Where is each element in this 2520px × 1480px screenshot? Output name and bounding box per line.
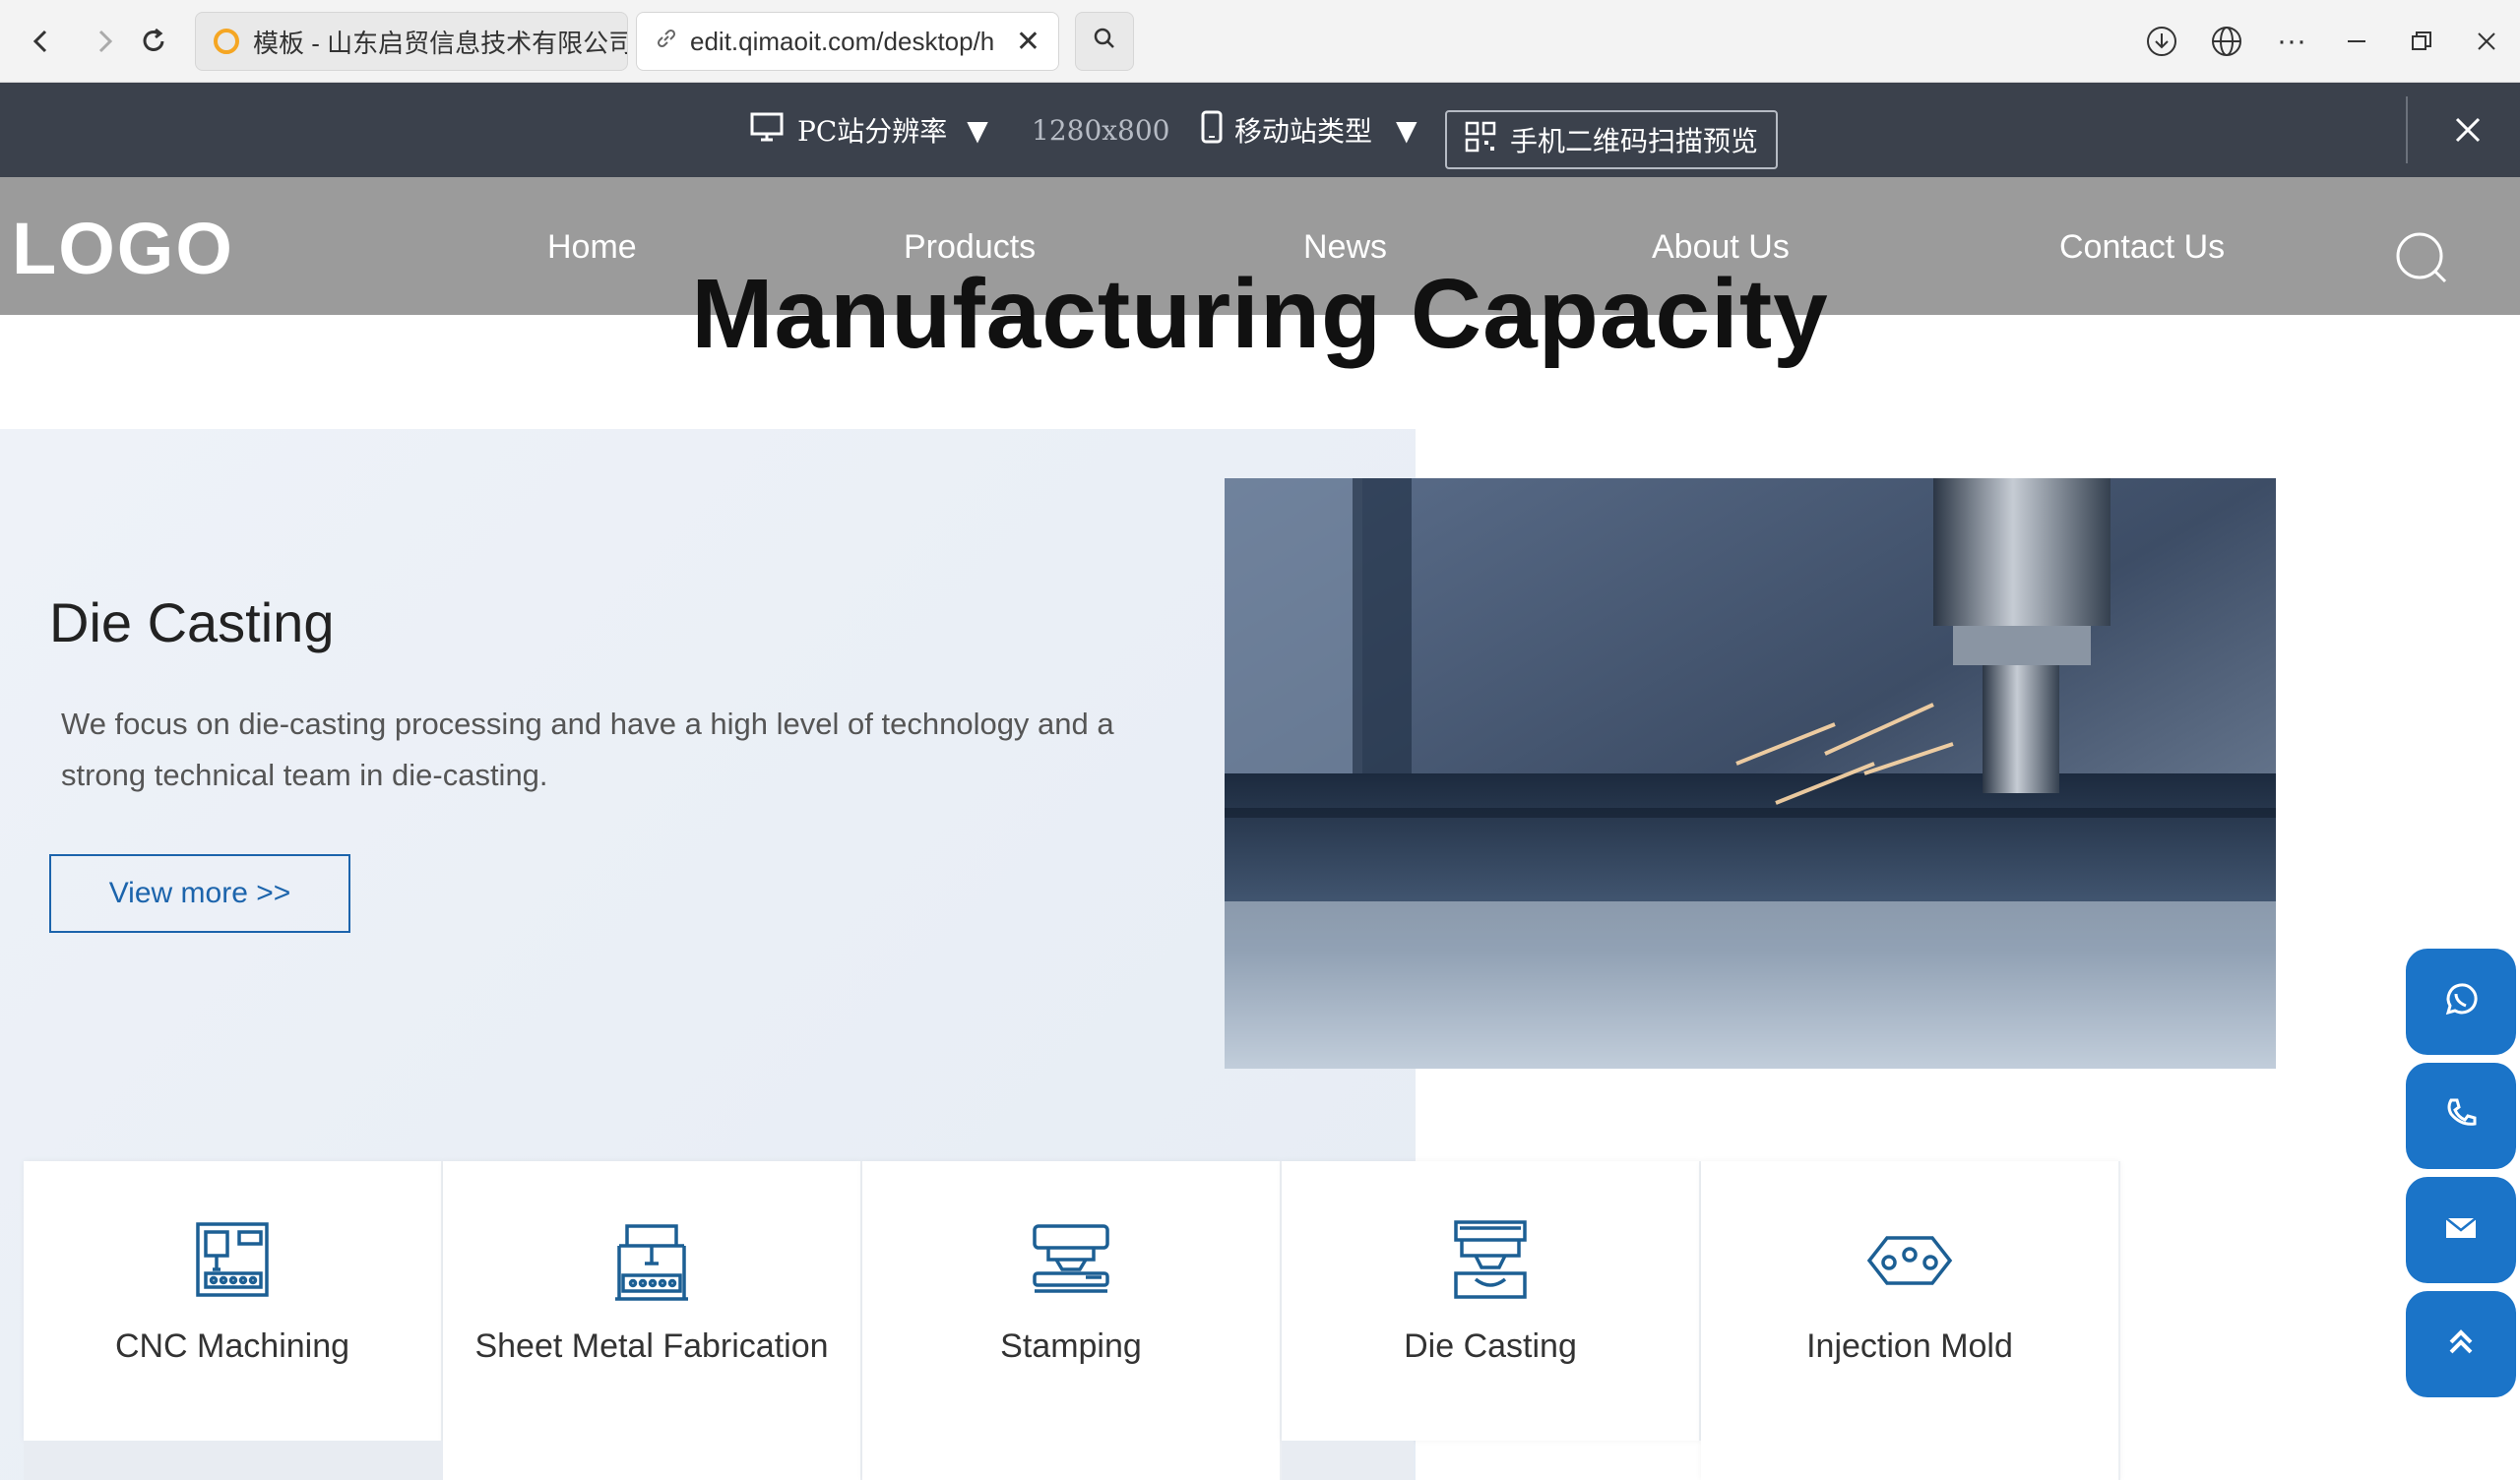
reload-icon[interactable] (134, 22, 173, 61)
search-tab-button[interactable] (1075, 12, 1134, 71)
stamping-icon (1027, 1216, 1115, 1305)
back-to-top-button[interactable] (2406, 1291, 2516, 1397)
minimize-icon[interactable] (2337, 22, 2376, 61)
qr-code-icon (1465, 121, 1496, 159)
card-cnc-machining[interactable]: CNC Machining (24, 1161, 443, 1441)
card-shadow-strip (24, 1441, 443, 1480)
globe-icon[interactable] (2207, 22, 2246, 61)
card-label: CNC Machining (114, 1327, 350, 1365)
whatsapp-button[interactable] (2406, 949, 2516, 1055)
toolbar-divider (2406, 96, 2408, 163)
more-options-icon[interactable]: ··· (2272, 22, 2311, 61)
site-favicon-icon (214, 29, 239, 54)
tab-editor[interactable]: edit.qimaoit.com/desktop/h ✕ (636, 12, 1059, 71)
mail-button[interactable] (2406, 1177, 2516, 1283)
browser-toolbar: 模板 - 山东启贸信息技术有限公司 edit.qimaoit.com/deskt… (0, 0, 2520, 83)
restore-icon[interactable] (2402, 22, 2441, 61)
mobile-phone-icon (1201, 110, 1223, 151)
pc-resolution-dropdown[interactable]: PC站分辨率 ▼ (750, 83, 988, 177)
tab-title: 模板 - 山东启贸信息技术有限公司 (253, 28, 628, 58)
section-title: Manufacturing Capacity (691, 259, 1829, 369)
sheet-metal-icon (607, 1216, 696, 1305)
link-icon (655, 27, 678, 57)
die-casting-icon (1446, 1216, 1535, 1305)
tab-template[interactable]: 模板 - 山东启贸信息技术有限公司 (195, 12, 628, 71)
close-editor-icon[interactable] (2443, 102, 2492, 157)
injection-mold-icon (1865, 1216, 1954, 1305)
mobile-type-dropdown[interactable]: 移动站类型 ▼ (1201, 83, 1418, 177)
whatsapp-icon (2441, 980, 2481, 1024)
forward-icon[interactable] (85, 22, 124, 61)
back-icon[interactable] (22, 22, 61, 61)
close-window-icon[interactable] (2467, 22, 2506, 61)
view-more-button[interactable]: View more >> (49, 854, 350, 933)
qr-preview-label: 手机二维码扫描预览 (1510, 126, 1759, 156)
mail-icon (2441, 1208, 2481, 1253)
cnc-machine-icon (188, 1216, 277, 1305)
qr-preview-button[interactable]: 手机二维码扫描预览 (1445, 110, 1779, 169)
hero-title: Die Casting (49, 591, 335, 653)
tab-title: edit.qimaoit.com/desktop/h (690, 26, 995, 56)
back-to-top-icon (2441, 1323, 2481, 1367)
card-label: Stamping (1000, 1327, 1142, 1365)
card-label: Injection Mold (1806, 1327, 2013, 1365)
phone-button[interactable] (2406, 1063, 2516, 1169)
card-sheet-metal[interactable]: Sheet Metal Fabrication (443, 1161, 862, 1480)
capability-cards: CNC Machining Sheet Metal Fabrication St… (24, 1161, 2126, 1480)
card-die-casting[interactable]: Die Casting (1282, 1161, 1701, 1441)
hero-description: We focus on die-casting processing and h… (61, 707, 1114, 792)
card-stamping[interactable]: Stamping (862, 1161, 1282, 1480)
monitor-icon (750, 112, 784, 149)
phone-icon (2441, 1094, 2481, 1139)
resolution-value: 1280x800 (1032, 113, 1170, 147)
card-injection-mold[interactable]: Injection Mold (1701, 1161, 2120, 1480)
cnc-milling-photo (1225, 478, 2276, 1069)
dropdown-arrow-icon: ▼ (967, 113, 988, 147)
card-label: Sheet Metal Fabrication (474, 1327, 829, 1365)
mobile-type-label: 移动站类型 (1234, 115, 1373, 148)
dropdown-arrow-icon: ▼ (1396, 113, 1418, 147)
card-shadow-strip (1282, 1441, 1414, 1480)
pc-resolution-label: PC站分辨率 (797, 115, 948, 148)
card-label: Die Casting (1404, 1327, 1577, 1365)
download-icon[interactable] (2142, 22, 2181, 61)
tab-close-icon[interactable]: ✕ (1006, 25, 1040, 59)
search-icon (1092, 26, 1117, 58)
